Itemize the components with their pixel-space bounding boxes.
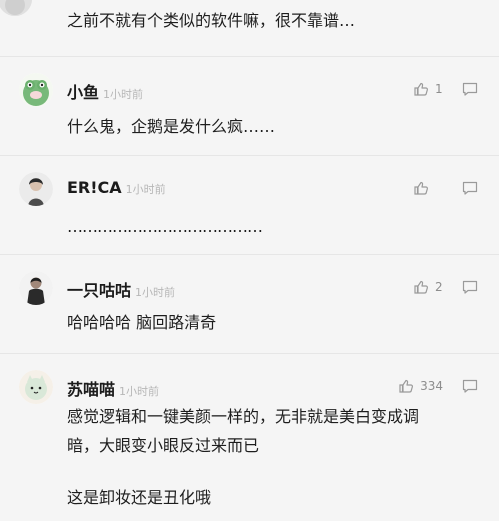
cat-avatar-icon: [19, 370, 53, 404]
reply-button[interactable]: [461, 377, 479, 395]
frog-avatar-icon: [19, 73, 53, 107]
comment-text-top: 之前不就有个类似的软件嘛，很不靠谱…: [67, 11, 356, 30]
like-count: 1: [435, 82, 443, 96]
like-count: 334: [420, 379, 443, 393]
comment-text-line-2: 暗，大眼变小眼反过来而已: [67, 436, 260, 455]
thumbs-up-icon: [414, 82, 428, 96]
avatar-image: [0, 0, 32, 16]
comment-text: …………………………………: [67, 217, 263, 236]
thumbs-up-icon: [414, 181, 428, 195]
comment-actions: [412, 177, 479, 199]
reply-button[interactable]: [461, 278, 479, 296]
comment-bubble-icon: [462, 181, 478, 195]
reply-button[interactable]: [461, 80, 479, 98]
avatar-yizhigugu[interactable]: [19, 271, 53, 305]
author-name[interactable]: 小鱼: [67, 83, 99, 102]
like-button[interactable]: 334: [397, 377, 443, 395]
like-count: 2: [435, 280, 443, 294]
person-avatar-icon: [19, 172, 53, 206]
comment-text: 什么鬼，企鹅是发什么疯……: [67, 117, 276, 136]
timestamp: 1小时前: [103, 88, 144, 101]
comment-actions: 1: [412, 78, 479, 100]
comment-item-top: 之前不就有个类似的软件嘛，很不靠谱…: [0, 0, 499, 56]
avatar-sumiaomiao[interactable]: [19, 370, 53, 404]
comment-item-2: ER!CA 1小时前 …………………………………: [0, 156, 499, 254]
timestamp: 1小时前: [125, 183, 166, 196]
comment-author[interactable]: ER!CA 1小时前: [67, 178, 166, 197]
person-avatar-icon: [19, 271, 53, 305]
comment-text-line-1: 感觉逻辑和一键美颜一样的，无非就是美白变成调: [67, 407, 420, 426]
like-button[interactable]: 2: [412, 278, 443, 296]
comment-author[interactable]: 苏喵喵 1小时前: [67, 376, 159, 400]
comment-actions: 334: [397, 375, 479, 397]
comment-item-1: 小鱼 1小时前 1 什么鬼，企鹅是发什么疯……: [0, 57, 499, 155]
author-name[interactable]: 一只咕咕: [67, 281, 131, 300]
comment-item-3: 一只咕咕 1小时前 2 哈哈哈哈 脑回路清奇: [0, 255, 499, 353]
comment-bubble-icon: [462, 82, 478, 96]
comment-bubble-icon: [462, 280, 478, 294]
avatar-top-partial[interactable]: [0, 0, 32, 16]
timestamp: 1小时前: [135, 286, 176, 299]
like-button[interactable]: [412, 179, 443, 197]
thumbs-up-icon: [414, 280, 428, 294]
comment-text: 哈哈哈哈 脑回路清奇: [67, 313, 217, 332]
author-name[interactable]: 苏喵喵: [67, 380, 115, 399]
comment-text-line-4: 这是卸妆还是丑化哦: [67, 488, 212, 507]
reply-button[interactable]: [461, 179, 479, 197]
avatar-xiaoyu[interactable]: [19, 73, 53, 107]
comment-feed: 之前不就有个类似的软件嘛，很不靠谱… 小鱼 1小时前 1 什么鬼，企鹅是发什么疯…: [0, 0, 499, 521]
timestamp: 1小时前: [119, 385, 160, 398]
thumbs-up-icon: [399, 379, 414, 393]
comment-author[interactable]: 小鱼 1小时前: [67, 79, 143, 103]
comment-author[interactable]: 一只咕咕 1小时前: [67, 277, 175, 301]
comment-item-4: 苏喵喵 1小时前 334 感觉逻辑和一键美颜一样的，无非就是美白变成调 暗，大眼变…: [0, 354, 499, 521]
author-name[interactable]: ER!CA: [67, 178, 122, 197]
avatar-erica[interactable]: [19, 172, 53, 206]
comment-actions: 2: [412, 276, 479, 298]
comment-bubble-icon: [462, 379, 478, 393]
like-button[interactable]: 1: [412, 80, 443, 98]
